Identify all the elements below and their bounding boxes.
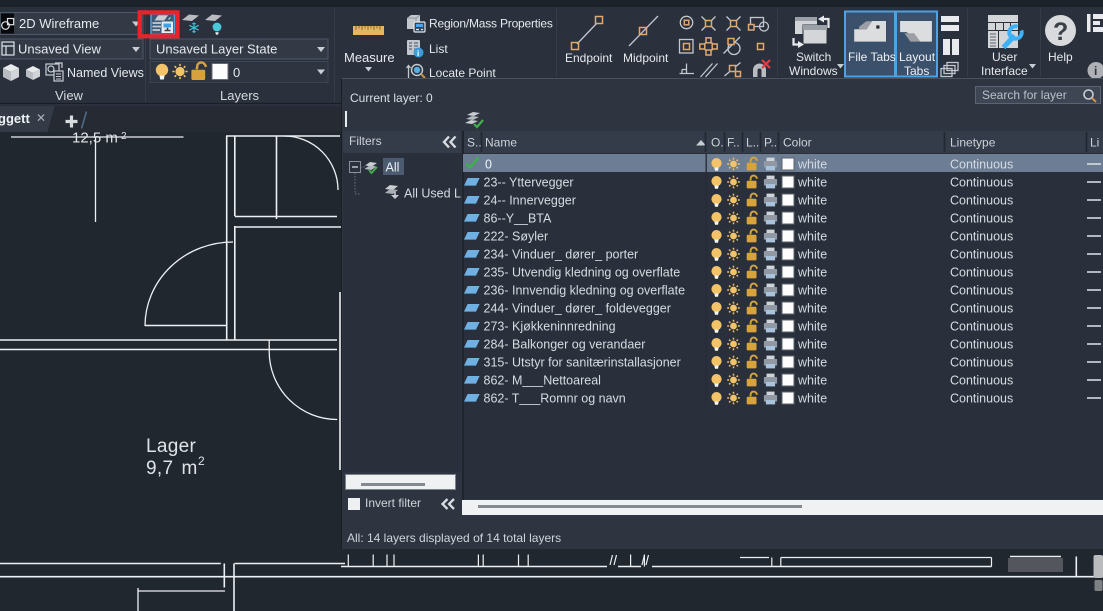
svg-text:244- Vinduer_ dører_ foldevegg: 244- Vinduer_ dører_ foldevegger <box>484 302 671 316</box>
svg-text:Linetype: Linetype <box>950 136 996 150</box>
svg-text:Tabs: Tabs <box>904 64 929 78</box>
svg-text:12,5 m: 12,5 m <box>72 130 118 147</box>
svg-text:2D Wireframe: 2D Wireframe <box>19 16 99 31</box>
svg-text:Midpoint: Midpoint <box>623 51 669 65</box>
svg-text:23-- Yttervegger: 23-- Yttervegger <box>484 176 574 190</box>
svg-text:Name: Name <box>485 136 517 150</box>
svg-text:273- Kjøkkeninnredning: 273- Kjøkkeninnredning <box>484 320 616 334</box>
svg-text:222- Søyler: 222- Søyler <box>484 230 549 244</box>
svg-text:315- Utstyr for sanitærinstall: 315- Utstyr for sanitærinstallasjoner <box>484 356 681 370</box>
svg-text:0: 0 <box>233 65 240 80</box>
svg-text:9,7 m: 9,7 m <box>146 458 198 479</box>
svg-text:0: 0 <box>485 158 492 172</box>
svg-text:Li: Li <box>1090 136 1099 150</box>
svg-text:Region/Mass Properties: Region/Mass Properties <box>429 17 553 31</box>
svg-text:Windows: Windows <box>789 64 838 78</box>
svg-text:862- M___Nettoareal: 862- M___Nettoareal <box>484 374 601 388</box>
svg-text:L..: L.. <box>746 136 759 150</box>
svg-text:2: 2 <box>198 454 205 468</box>
svg-text:Named Views: Named Views <box>67 66 144 80</box>
svg-text:P..: P.. <box>764 136 777 150</box>
svg-text:236- Innvendig kledning og ove: 236- Innvendig kledning og overflate <box>484 284 686 298</box>
svg-text:Endpoint: Endpoint <box>565 51 613 65</box>
svg-text:Measure: Measure <box>344 50 395 65</box>
svg-text:Unsaved View: Unsaved View <box>18 42 101 57</box>
svg-text:Layout: Layout <box>899 50 936 64</box>
svg-text:86--Y__BTA: 86--Y__BTA <box>484 212 553 226</box>
svg-text:i: i <box>417 49 419 58</box>
svg-text:View: View <box>55 88 84 103</box>
svg-text:24-- Innervegger: 24-- Innervegger <box>484 194 576 208</box>
svg-text:File Tabs: File Tabs <box>848 50 896 64</box>
svg-text:235- Utvendig kledning og over: 235- Utvendig kledning og overflate <box>484 266 681 280</box>
svg-text:S..: S.. <box>467 136 482 150</box>
svg-text:862- T___Romnr og navn: 862- T___Romnr og navn <box>484 392 626 406</box>
svg-text:Lager: Lager <box>146 436 196 457</box>
svg-text:Layers: Layers <box>220 88 260 103</box>
svg-text:Help: Help <box>1048 50 1073 64</box>
svg-text:Switch: Switch <box>796 50 831 64</box>
svg-text:284- Balkonger og verandaer: 284- Balkonger og verandaer <box>484 338 646 352</box>
svg-text:?: ? <box>1053 18 1068 46</box>
svg-text:F..: F.. <box>727 136 740 150</box>
svg-text:List: List <box>429 42 448 56</box>
svg-text:O.: O. <box>711 136 724 150</box>
svg-text:User: User <box>992 50 1017 64</box>
svg-text:Color: Color <box>783 136 812 150</box>
svg-text:234- Vinduer_ dører_ porter: 234- Vinduer_ dører_ porter <box>484 248 639 262</box>
svg-text:All: All <box>386 161 400 175</box>
svg-text:i: i <box>1094 64 1097 78</box>
svg-text:2: 2 <box>121 131 127 142</box>
svg-text:All Used L: All Used L <box>404 187 461 201</box>
svg-text:Interface: Interface <box>981 64 1028 78</box>
svg-text:Unsaved Layer State: Unsaved Layer State <box>156 42 277 57</box>
